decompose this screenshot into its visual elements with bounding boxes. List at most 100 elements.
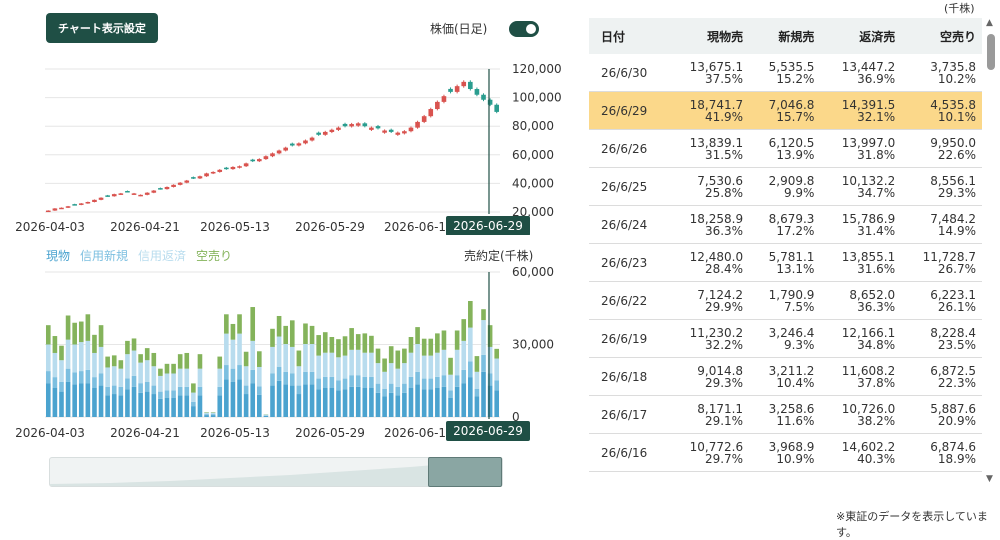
chart-settings-button[interactable]: チャート表示設定 [46, 13, 158, 43]
table-row[interactable]: 26/6/2918,741.741.9%7,046.815.7%14,391.5… [589, 92, 982, 130]
price-candle [303, 141, 308, 144]
volume-bar-segment [158, 392, 163, 399]
price-candle [72, 204, 77, 206]
price-toggle-label: 株価(日足) [430, 20, 487, 37]
cell-amount: 11,608.2 [826, 365, 895, 377]
table-row[interactable]: 26/6/2613,839.131.5%6,120.513.9%13,997.0… [589, 130, 982, 168]
volume-bar-segment [151, 353, 156, 366]
price-candle [461, 82, 466, 86]
price-candle [468, 82, 473, 89]
volume-bar-segment [244, 386, 249, 394]
cell-amount: 9,014.8 [674, 365, 743, 377]
volume-bar-segment [257, 395, 262, 417]
table-cell-value: 11,608.237.8% [820, 358, 901, 396]
cell-amount: 3,695.6 [907, 485, 976, 487]
volume-bar-segment [257, 367, 262, 386]
price-candle [349, 124, 354, 126]
table-row[interactable]: 26/6/178,171.129.1%3,258.611.6%10,726.03… [589, 396, 982, 434]
cell-amount: 8,652.0 [826, 289, 895, 301]
table-row[interactable]: 26/6/1610,772.629.7%3,968.910.9%14,602.2… [589, 434, 982, 472]
col-date: 日付 [589, 18, 668, 54]
volume-bar-segment [428, 339, 433, 356]
volume-bar-segment [316, 335, 321, 356]
table-row[interactable]: 26/6/3013,675.137.5%5,535.515.2%13,447.2… [589, 54, 982, 92]
table-row[interactable]: 26/6/1512,711.73,614.013,724.83,695.6 [589, 472, 982, 487]
table-row[interactable]: 26/6/227,124.229.9%1,790.97.5%8,652.036.… [589, 282, 982, 320]
volume-bar-segment [336, 357, 341, 380]
cell-amount: 14,602.2 [826, 441, 895, 453]
volume-bar-segment [395, 351, 400, 369]
price-candle [112, 194, 117, 196]
legend-item-margin-repay[interactable]: 信用返済 [138, 247, 186, 264]
table-row[interactable]: 26/6/1911,230.232.2%3,246.49.3%12,166.13… [589, 320, 982, 358]
legend-item-spot[interactable]: 現物 [46, 247, 70, 264]
volume-bar-segment [132, 376, 137, 387]
price-toggle-switch[interactable] [509, 21, 539, 37]
cell-amount: 14,391.5 [826, 99, 895, 111]
volume-bar-segment [402, 349, 407, 364]
table-cell-value: 10,132.234.7% [820, 168, 901, 206]
volume-bar-segment [376, 393, 381, 417]
table-cell-value: 14,602.240.3% [820, 434, 901, 472]
table-cell-date: 26/6/22 [589, 282, 668, 320]
table-cell-value: 8,171.129.1% [668, 396, 749, 434]
scroll-down-icon[interactable]: ▼ [986, 474, 993, 484]
volume-bar-segment [92, 335, 97, 353]
volume-chart[interactable]: 60,00030,0000 2026-04-032026-04-212026-0… [0, 265, 585, 445]
price-y-tick-label: 100,000 [512, 91, 562, 105]
volume-bar-segment [171, 364, 176, 374]
cell-amount: 13,855.1 [826, 251, 895, 263]
volume-bar-segment [264, 415, 269, 416]
table-cell-value: 4,535.810.1% [901, 92, 982, 130]
volume-bar-segment [231, 340, 236, 369]
price-chart[interactable]: 120,000100,00080,00060,00040,00020,000 2… [0, 55, 585, 235]
price-candle [191, 177, 196, 179]
table-scrollbar[interactable]: ▲ ▼ [985, 18, 997, 486]
volume-bar-segment [237, 314, 242, 333]
col-new-sell: 新規売 [749, 18, 820, 54]
volume-bar-segment [297, 394, 302, 417]
volume-bar-segment [211, 413, 216, 414]
cell-amount: 6,874.6 [907, 441, 976, 453]
table-row[interactable]: 26/6/257,530.625.8%2,909.89.9%10,132.234… [589, 168, 982, 206]
cell-amount: 10,132.2 [826, 175, 895, 187]
table-row[interactable]: 26/6/2418,258.936.3%8,679.317.2%15,786.9… [589, 206, 982, 244]
volume-bar-segment [369, 377, 374, 388]
cell-percent: 31.6% [826, 263, 895, 275]
table-header-row: 日付 現物売 新規売 返済売 空売り [589, 18, 982, 54]
volume-bar-segment [105, 367, 110, 386]
price-candle [217, 170, 222, 172]
scroll-thumb[interactable] [987, 34, 995, 70]
cell-percent: 10.4% [755, 377, 814, 389]
legend-item-short[interactable]: 空売り [196, 247, 232, 264]
scroll-up-icon[interactable]: ▲ [986, 18, 993, 28]
volume-chart-title: 売約定(千株) [464, 247, 533, 264]
volume-bar-segment [224, 314, 229, 333]
volume-bar-segment [79, 383, 84, 417]
volume-bar-segment [442, 387, 447, 417]
cell-amount: 18,741.7 [674, 99, 743, 111]
volume-bar-segment [92, 353, 97, 377]
table-cell-value: 5,535.515.2% [749, 54, 820, 92]
volume-bar-segment [494, 349, 499, 359]
volume-x-tick-label: 2026-04-03 [15, 426, 85, 440]
cell-percent: 37.5% [674, 73, 743, 85]
table-row[interactable]: 26/6/2312,480.028.4%5,781.113.1%13,855.1… [589, 244, 982, 282]
table-cell-value: 10,726.038.2% [820, 396, 901, 434]
table-cell-value: 5,781.113.1% [749, 244, 820, 282]
price-candle [389, 130, 394, 132]
volume-bar-segment [224, 380, 229, 417]
price-candle [59, 208, 64, 210]
volume-bar-segment [79, 322, 84, 343]
legend-item-margin-new[interactable]: 信用新規 [80, 247, 128, 264]
price-candle [283, 148, 288, 151]
price-candle [297, 143, 302, 145]
volume-bar-segment [283, 384, 288, 417]
volume-bar-segment [125, 341, 130, 354]
range-selector-window[interactable] [428, 457, 502, 487]
volume-bar-segment [191, 406, 196, 417]
volume-bar-segment [303, 372, 308, 385]
table-row[interactable]: 26/6/189,014.829.3%3,211.210.4%11,608.23… [589, 358, 982, 396]
volume-bar-segment [435, 353, 440, 377]
cell-amount: 12,480.0 [674, 251, 743, 263]
